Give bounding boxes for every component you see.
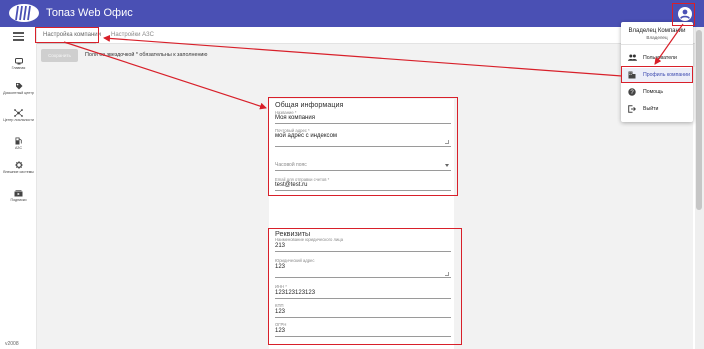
sidebar-item-discount[interactable]: Дисконтный центр <box>0 82 37 95</box>
account-circle-icon[interactable] <box>678 7 692 21</box>
timezone-underline <box>275 170 451 171</box>
billing-email-underline <box>275 190 451 191</box>
app-title: Топаз Web Офис <box>46 7 133 19</box>
people-icon <box>628 54 637 61</box>
sidebar-item-label: Главная <box>11 66 26 70</box>
tabs-bar: Настройка компании Настройки АЗС <box>37 27 695 44</box>
save-button[interactable]: Сохранить <box>41 49 78 62</box>
menu-item-help[interactable]: ? Помощь <box>621 85 693 99</box>
settings-gear-icon <box>14 161 23 169</box>
ogrn-input[interactable]: 123 <box>275 328 285 334</box>
menu-item-company-profile[interactable]: Профиль компании <box>621 68 693 82</box>
postal-address-textarea[interactable]: мой адрес с индексом <box>275 133 337 139</box>
logout-icon <box>628 105 636 113</box>
postal-address-underline <box>275 146 451 147</box>
inn-input[interactable]: 123123123123 <box>275 290 315 296</box>
menu-item-logout[interactable]: Выйти <box>621 102 693 116</box>
legal-name-underline <box>275 251 451 252</box>
sidebar-item-label: Подписки <box>10 198 27 202</box>
legal-address-underline <box>275 277 451 278</box>
legal-address-label: Юридический адрес <box>275 258 315 263</box>
legal-name-label: Наименование юридического лица <box>275 237 344 242</box>
owner-name: Владелец Компании <box>628 28 686 34</box>
kpp-input[interactable]: 123 <box>275 309 285 315</box>
help-circle-icon: ? <box>628 88 636 96</box>
ogrn-underline <box>275 336 451 337</box>
requisites-card: Реквизиты Наименование юридического лица… <box>269 228 454 349</box>
sidebar-item-azs[interactable]: АЗС <box>0 137 37 150</box>
required-fields-note: Поля со звездочкой * обязательны к запол… <box>85 52 208 58</box>
general-info-title: Общая информация <box>275 100 344 109</box>
legal-name-input[interactable]: 213 <box>275 243 285 249</box>
chevron-down-icon[interactable] <box>445 164 449 167</box>
tab-company-settings[interactable]: Настройка компании <box>43 32 101 38</box>
company-building-icon <box>628 71 636 79</box>
menu-item-label: Выйти <box>643 106 659 112</box>
sidebar: Главная Дисконтный центр Центр лояльност… <box>0 27 37 349</box>
sidebar-item-label: Дисконтный центр <box>3 91 34 95</box>
menu-item-users[interactable]: Пользователи <box>621 51 693 65</box>
menu-item-label: Помощь <box>643 89 664 95</box>
kpp-label: КПП <box>275 303 284 308</box>
loyalty-network-icon <box>14 109 23 117</box>
fuel-station-icon <box>15 137 22 145</box>
owner-role: Владелец <box>646 35 668 40</box>
sidebar-item-main[interactable]: Главная <box>0 58 37 70</box>
dashboard-icon <box>14 58 23 65</box>
user-menu: Владелец Компании Владелец Пользователи … <box>621 22 693 122</box>
sidebar-item-subscriptions[interactable]: Подписки <box>0 190 37 202</box>
inn-label: ИНН * <box>275 284 287 289</box>
app-version: v2008 <box>5 341 19 347</box>
textarea-resize-handle[interactable] <box>445 140 449 144</box>
sidebar-item-label: АЗС <box>14 146 23 150</box>
general-info-card: Общая информация Название * Моя компания… <box>269 99 454 233</box>
topaz-logo-icon[interactable] <box>9 4 39 22</box>
subscriptions-icon <box>14 190 23 197</box>
textarea-resize-handle[interactable] <box>445 272 449 276</box>
company-name-input[interactable]: Моя компания <box>275 115 315 121</box>
menu-divider <box>621 44 693 45</box>
discount-tag-icon <box>15 83 22 90</box>
menu-item-label: Пользователи <box>643 55 677 61</box>
sidebar-item-external[interactable]: Внешние системы <box>0 161 37 174</box>
hamburger-menu-icon[interactable] <box>13 32 24 41</box>
legal-address-textarea[interactable]: 123 <box>275 264 285 270</box>
sidebar-item-label: Внешние системы <box>3 170 34 174</box>
main-content: Общая информация Название * Моя компания… <box>37 67 693 349</box>
inn-underline <box>275 298 451 299</box>
sidebar-item-label: Центр лояльности <box>3 118 34 122</box>
menu-item-label: Профиль компании <box>643 72 690 78</box>
timezone-select[interactable]: Часовой пояс <box>275 162 307 168</box>
billing-email-input[interactable]: test@test.ru <box>275 182 307 188</box>
company-name-underline <box>275 123 451 124</box>
ogrn-label: ОГРН <box>275 322 287 327</box>
sidebar-item-loyalty[interactable]: Центр лояльности <box>0 109 37 122</box>
kpp-underline <box>275 317 451 318</box>
action-row: Сохранить Поля со звездочкой * обязатель… <box>37 44 695 67</box>
page: Топаз Web Офис Главная Дисконтный центр … <box>0 0 704 349</box>
app-bar: Топаз Web Офис <box>0 0 704 27</box>
tab-azs-settings[interactable]: Настройки АЗС <box>111 32 154 38</box>
scrollbar-thumb[interactable] <box>696 30 702 210</box>
